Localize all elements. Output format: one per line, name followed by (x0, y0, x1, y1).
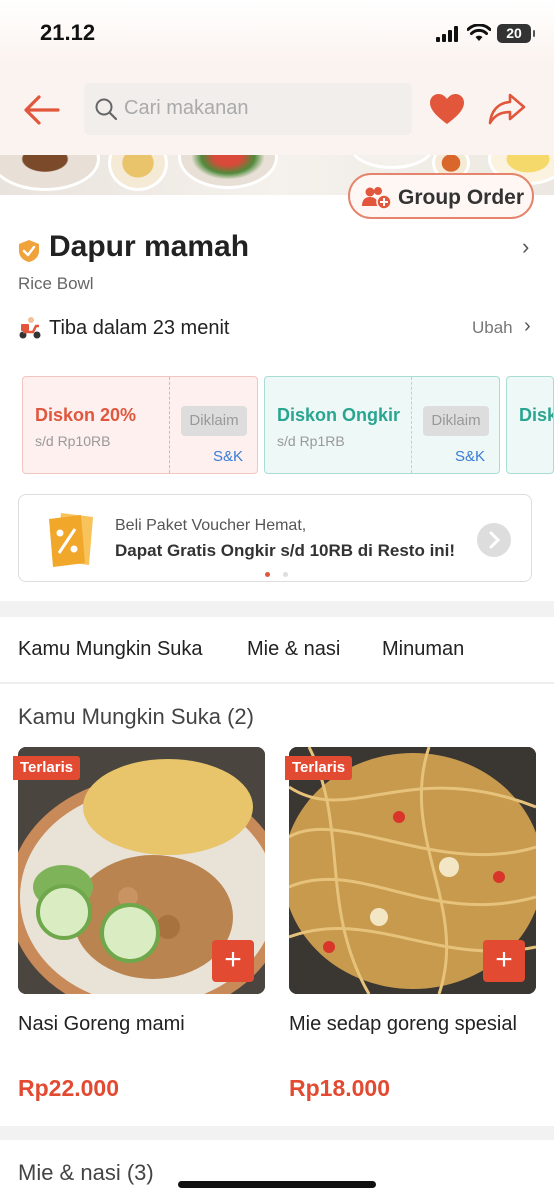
voucher-card-partial[interactable]: Disk (506, 376, 554, 474)
tab-mie-nasi[interactable]: Mie & nasi (247, 638, 340, 661)
delivery-eta: Tiba dalam 23 menit (49, 317, 230, 339)
voucher-subtitle: s/d Rp10RB (35, 433, 111, 449)
voucher-subtitle: s/d Rp1RB (277, 433, 345, 449)
restaurant-category: Rice Bowl (18, 274, 94, 293)
voucher-terms-link[interactable]: S&K (455, 448, 485, 465)
verified-shield-icon (19, 240, 39, 262)
section-title: Mie & nasi (3) (18, 1160, 154, 1185)
tab-minuman[interactable]: Minuman (382, 638, 464, 661)
section-title: Kamu Mungkin Suka (2) (18, 704, 254, 729)
chevron-right-icon: › (524, 315, 531, 337)
voucher-claimed-button[interactable]: Diklaim (181, 406, 247, 436)
section-separator (0, 601, 554, 617)
favorite-heart-icon[interactable] (429, 93, 465, 125)
voucher-divider (169, 377, 170, 473)
carousel-dot-active (265, 572, 270, 577)
search-icon (95, 98, 118, 121)
voucher-title: Diskon 20% (35, 405, 137, 425)
voucher-package-line1: Beli Paket Voucher Hemat, (115, 517, 307, 534)
back-arrow-icon[interactable] (22, 92, 62, 128)
battery-icon: 20 (497, 24, 535, 43)
group-order-label: Group Order (398, 186, 525, 209)
voucher-card-discount[interactable]: Diskon 20% s/d Rp10RB Diklaim S&K (22, 376, 258, 474)
status-bar: 21.12 20 (0, 0, 554, 64)
chevron-right-icon (489, 531, 501, 549)
top-nav: Cari makanan (0, 64, 554, 156)
wifi-icon (467, 24, 491, 41)
tab-kamu-mungkin-suka[interactable]: Kamu Mungkin Suka (18, 638, 203, 661)
restaurant-page: 21.12 20 Cari makanan Group Order Dapur … (0, 0, 554, 1200)
status-time: 21.12 (40, 20, 96, 45)
voucher-claimed-button[interactable]: Diklaim (423, 406, 489, 436)
change-delivery-button[interactable]: Ubah (472, 318, 513, 338)
voucher-divider (411, 377, 412, 473)
menu-item-price: Rp18.000 (289, 1075, 391, 1101)
voucher-title: Diskon Ongkir (277, 405, 401, 425)
carousel-dot (283, 572, 288, 577)
restaurant-info-chevron-icon[interactable]: › (522, 234, 529, 260)
group-add-icon (362, 187, 392, 209)
voucher-terms-link[interactable]: S&K (213, 448, 243, 465)
cellular-signal-icon (436, 26, 458, 42)
search-input[interactable]: Cari makanan (84, 83, 412, 135)
menu-item-price: Rp22.000 (18, 1075, 120, 1101)
home-indicator[interactable] (178, 1181, 376, 1188)
share-icon[interactable] (488, 92, 526, 126)
voucher-package-line2: Dapat Gratis Ongkir s/d 10RB di Resto in… (115, 541, 456, 560)
delivery-scooter-icon (19, 317, 41, 339)
voucher-card-shipping[interactable]: Diskon Ongkir s/d Rp1RB Diklaim S&K (264, 376, 500, 474)
bestseller-badge: Terlaris (13, 756, 81, 780)
menu-item-name[interactable]: Mie sedap goreng spesial (289, 1013, 517, 1036)
add-to-cart-button[interactable]: + (212, 940, 254, 982)
group-order-button[interactable]: Group Order (348, 173, 534, 219)
bestseller-badge: Terlaris (285, 756, 353, 780)
voucher-package-arrow-button[interactable] (477, 523, 511, 557)
voucher-ticket-icon (49, 513, 93, 567)
add-to-cart-button[interactable]: + (483, 940, 525, 982)
voucher-title: Disk (519, 405, 554, 425)
voucher-package-banner[interactable]: Beli Paket Voucher Hemat, Dapat Gratis O… (18, 494, 532, 582)
restaurant-name: Dapur mamah (49, 230, 250, 263)
menu-item-name[interactable]: Nasi Goreng mami (18, 1013, 185, 1036)
section-separator (0, 1126, 554, 1140)
search-placeholder: Cari makanan (124, 97, 249, 119)
tab-bar-divider (0, 682, 554, 684)
